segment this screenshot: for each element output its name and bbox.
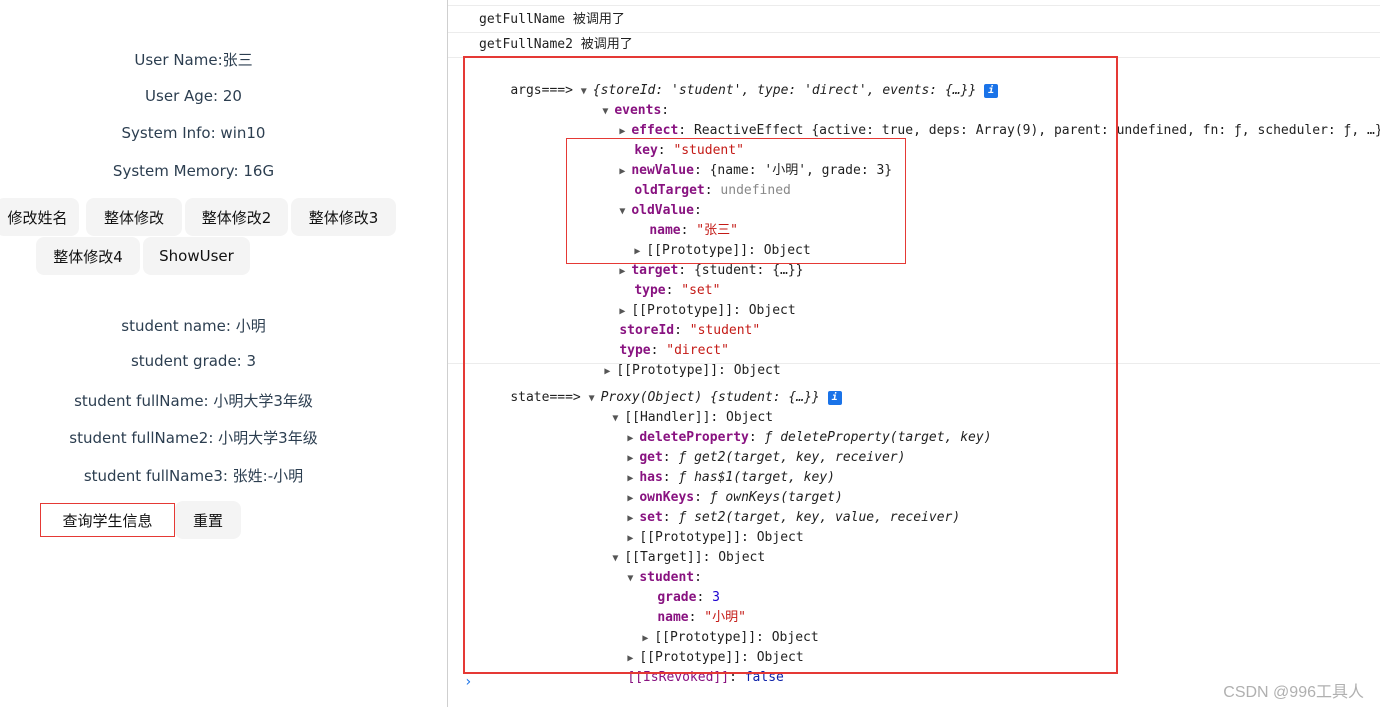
type-row: type: "set" <box>634 283 721 298</box>
args-prototype-row[interactable]: ▶ [[Prototype]]: Object <box>573 341 780 378</box>
student-fullname-text: student fullName: 小明大学3年级 <box>74 392 313 410</box>
reset-button[interactable]: 重置 <box>175 501 241 539</box>
type-direct-row: type: "direct" <box>619 343 729 358</box>
info-icon[interactable]: i <box>827 390 842 405</box>
has-row[interactable]: ▶ has: ƒ has$1(target, key) <box>596 448 835 485</box>
set-row[interactable]: ▶ set: ƒ set2(target, key, value, receive… <box>596 488 960 525</box>
oldvalue-name-row: name: "张三" <box>649 223 738 238</box>
handler-prototype-row[interactable]: ▶ [[Prototype]]: Object <box>596 508 803 545</box>
isrevoked-value: false <box>744 670 784 685</box>
target-prototype-row[interactable]: ▶ [[Prototype]]: Object <box>596 628 803 665</box>
separator <box>448 32 1380 33</box>
student-grade-text: student grade: 3 <box>130 352 257 370</box>
oldtarget-row: oldTarget: undefined <box>634 183 791 198</box>
args-entry[interactable]: args===> ▼ {storeId: 'student', type: 'di… <box>479 61 999 98</box>
storeid-row: storeId: "student" <box>619 323 761 338</box>
overall-modify3-button[interactable]: 整体修改3 <box>291 198 396 236</box>
console-prompt-icon[interactable]: › <box>464 674 472 690</box>
watermark: CSDN @996工具人 <box>1223 684 1364 701</box>
oldvalue-row[interactable]: ▼ oldValue: <box>588 181 701 218</box>
events-prototype-row[interactable]: ▶ [[Prototype]]: Object <box>588 281 795 318</box>
student-name-text: student name: 小明 <box>121 317 266 335</box>
target-row[interactable]: ▶ target: {student: {…}} <box>588 241 803 278</box>
effect-row[interactable]: ▶ effect: ReactiveEffect {active: true, d… <box>588 101 1380 138</box>
get-row[interactable]: ▶ get: ƒ get2(target, key, receiver) <box>596 428 905 465</box>
console-log-getfullname: getFullName 被调用了 <box>479 12 625 27</box>
system-memory-text: System Memory: 16G <box>112 162 275 180</box>
student-name-row: name: "小明" <box>657 610 746 625</box>
events-row[interactable]: ▼ events: <box>571 81 669 118</box>
overall-modify4-button[interactable]: 整体修改4 <box>36 237 140 275</box>
newvalue-row[interactable]: ▶ newValue: {name: '小明', grade: 3} <box>588 141 892 178</box>
query-student-button[interactable]: 查询学生信息 <box>40 503 175 537</box>
effect-value: ReactiveEffect {active: true, deps: Arra… <box>693 123 1380 138</box>
user-name-text: User Name:张三 <box>134 51 253 69</box>
separator <box>448 57 1380 58</box>
overall-modify-button[interactable]: 整体修改 <box>86 198 182 236</box>
oldtarget-value: undefined <box>720 183 791 198</box>
isrevoked-key: [[IsRevoked]] <box>627 670 730 685</box>
modify-name-button[interactable]: 修改姓名 <box>0 198 79 236</box>
state-label: state===> <box>510 390 581 405</box>
grade-row: grade: 3 <box>657 590 720 605</box>
info-icon[interactable]: i <box>984 83 999 98</box>
args-label: args===> <box>510 83 573 98</box>
student-fullname3-text: student fullName3: 张姓:-小明 <box>83 467 304 485</box>
oldvalue-prototype-row[interactable]: ▶ [[Prototype]]: Object <box>603 221 810 258</box>
show-user-button[interactable]: ShowUser <box>143 237 250 275</box>
console-log-getfullname2: getFullName2 被调用了 <box>479 37 633 52</box>
separator <box>448 5 1380 6</box>
target-object-row[interactable]: ▼ [[Target]]: Object <box>581 528 765 565</box>
state-entry[interactable]: state===> ▼ Proxy(Object) {student: {…}} … <box>479 368 842 405</box>
handler-row[interactable]: ▼ [[Handler]]: Object <box>581 388 773 425</box>
system-info-text: System Info: win10 <box>121 124 266 142</box>
isrevoked-row: [[IsRevoked]]: false <box>627 670 784 685</box>
student-row[interactable]: ▼ student: <box>596 548 702 585</box>
key-row: key: "student" <box>634 143 744 158</box>
student-fullname2-text: student fullName2: 小明大学3年级 <box>69 429 318 447</box>
app-panel: User Name:张三 User Age: 20 System Info: w… <box>0 0 447 707</box>
ownkeys-row[interactable]: ▶ ownKeys: ƒ ownKeys(target) <box>596 468 843 505</box>
user-age-text: User Age: 20 <box>145 87 242 105</box>
deleteproperty-row[interactable]: ▶ deleteProperty: ƒ deleteProperty(target… <box>596 408 991 445</box>
overall-modify2-button[interactable]: 整体修改2 <box>185 198 288 236</box>
separator <box>448 363 1380 364</box>
devtools-console: getFullName 被调用了 getFullName2 被调用了 args=… <box>447 0 1380 707</box>
student-prototype-row[interactable]: ▶ [[Prototype]]: Object <box>611 608 818 645</box>
